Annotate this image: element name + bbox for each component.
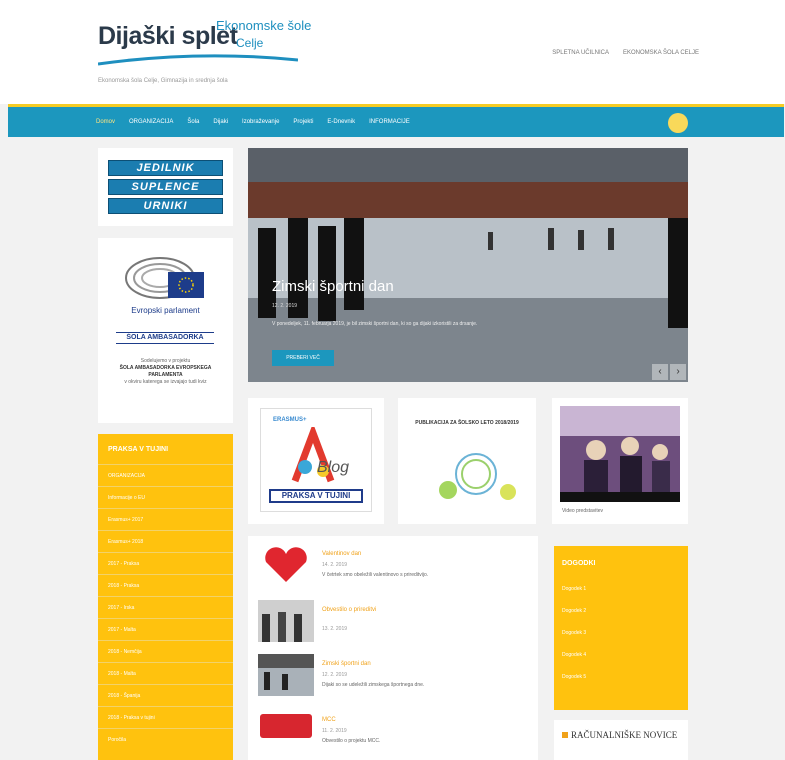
ep-description: Sodelujemo v projektu ŠOLA AMBASADORKA E… [104, 358, 227, 386]
news-title[interactable]: Obvestilo o prireditvi [322, 606, 530, 614]
european-parliament-logo-icon [125, 257, 204, 299]
blog-word: Blog [317, 459, 350, 476]
site-logo[interactable]: Dijaški splet Ekonomske šole Celje [98, 16, 312, 68]
nav-item-ednevnik[interactable]: E-Dnevnik [327, 119, 355, 125]
prev-arrow-icon[interactable]: ‹ [652, 364, 668, 380]
news-thumbnail [258, 654, 314, 696]
site-header: Dijaški splet Ekonomske šole Celje Ekono… [0, 0, 785, 104]
publikacija-tile[interactable]: PUBLIKACIJA ZA ŠOLSKO LETO 2018/2019 [398, 398, 536, 524]
erasmus-blog-tile[interactable]: ERASMUS+ Blog PRAKSA V TUJINI [248, 398, 384, 524]
urniki-button[interactable]: URNIKI [108, 198, 223, 214]
top-link-sola[interactable]: EKONOMSKA ŠOLA CELJE [623, 50, 699, 56]
computer-news-widget: RAČUNALNIŠKE NOVICE [554, 720, 688, 760]
news-excerpt: V četrtek smo obeležili valentinovo s pr… [322, 572, 429, 578]
nav-item-izobrazevanje[interactable]: Izobraževanje [242, 119, 279, 125]
list-item[interactable]: Zimski športni dan 12. 2. 2019 Dijaki so… [258, 654, 530, 702]
news-excerpt: Dijaki so se udeležili zimskega športneg… [322, 682, 425, 688]
nav-item-informacije[interactable]: INFORMACIJE [369, 119, 410, 125]
next-arrow-icon[interactable]: › [670, 364, 686, 380]
read-more-button[interactable]: PREBERI VEČ [272, 350, 334, 366]
list-item[interactable]: Obvestilo o prireditvi 13. 2. 2019 [258, 600, 530, 648]
news-title[interactable]: Zimski športni dan [322, 660, 530, 668]
computer-news-title[interactable]: RAČUNALNIŠKE NOVICE [562, 730, 677, 741]
side-item[interactable]: ORGANIZACIJA [98, 464, 233, 486]
nav-item-domov[interactable]: Domov [96, 119, 115, 125]
event-item[interactable]: Dogodek 2 [562, 608, 682, 614]
top-link-ucilnica[interactable]: SPLETNA UČILNICA [552, 50, 609, 56]
news-date: 14. 2. 2019 [322, 562, 348, 568]
slide-title[interactable]: Zimski športni dan [272, 278, 394, 295]
erasmus-label: ERASMUS+ [273, 417, 307, 423]
ep-ambasador-label: ŠOLA AMBASADORKA [116, 332, 214, 344]
news-date: 13. 2. 2019 [322, 626, 348, 632]
nav-item-dijaki[interactable]: Dijaki [213, 119, 228, 125]
side-item[interactable]: 2017 - Praksa [98, 552, 233, 574]
quick-links-card: JEDILNIK SUPLENCE URNIKI [98, 148, 233, 226]
jedilnik-button[interactable]: JEDILNIK [108, 160, 223, 176]
event-item[interactable]: Dogodek 3 [562, 630, 682, 636]
nav-item-projekti[interactable]: Projekti [293, 119, 313, 125]
ep-text-line-2: v okviru katerega se izvajajo tudi kviz [124, 379, 207, 385]
side-item[interactable]: 2018 - Malta [98, 662, 233, 684]
publikacija-text: PUBLIKACIJA ZA ŠOLSKO LETO 2018/2019 [415, 420, 519, 426]
suplence-button[interactable]: SUPLENCE [108, 179, 223, 195]
logo-swoosh-icon [98, 54, 298, 66]
video-player[interactable] [560, 406, 680, 502]
news-title[interactable]: Valentinov dan [322, 550, 530, 558]
news-date: 11. 2. 2019 [322, 728, 347, 734]
hero-slider[interactable]: Zimski športni dan 12. 2. 2019 V ponedel… [248, 148, 688, 382]
slider-arrows: ‹ › [652, 364, 686, 380]
news-thumbnail [258, 600, 314, 642]
event-item[interactable]: Dogodek 4 [562, 652, 682, 658]
slide-image [248, 148, 688, 382]
site-tagline: Ekonomska šola Celje, Gimnazija in sredn… [98, 78, 228, 84]
ep-text-line: Sodelujemo v projektu [140, 358, 191, 364]
list-item[interactable]: MCC 11. 2. 2019 Obvestilo o projektu MCC… [258, 710, 530, 758]
nav-item-sola[interactable]: Šola [187, 119, 199, 125]
logo-sub-text: Ekonomske šole [216, 18, 312, 33]
slide-excerpt: V ponedeljek, 11. februarja 2019, je bil… [272, 321, 478, 327]
side-item[interactable]: Erasmus+ 2018 [98, 530, 233, 552]
ep-ambassador-card[interactable]: Evropski parlament ŠOLA AMBASADORKA Sode… [98, 238, 233, 423]
video-controls[interactable] [560, 492, 680, 502]
video-thumbnail [560, 406, 680, 492]
ep-text-bold: ŠOLA AMBASADORKA EVROPSKEGA PARLAMENTA [119, 365, 212, 378]
praksa-menu: PRAKSA V TUJINI ORGANIZACIJA Informacije… [98, 434, 233, 760]
side-item[interactable]: Poročila [98, 728, 233, 750]
main-nav: Domov ORGANIZACIJA Šola Dijaki Izobražev… [8, 104, 784, 137]
ep-name: Evropski parlament [131, 306, 200, 315]
event-item[interactable]: Dogodek 1 [562, 586, 682, 592]
news-title[interactable]: MCC [322, 716, 530, 724]
side-item[interactable]: Informacije o EU [98, 486, 233, 508]
events-title: DOGODKI [562, 560, 596, 567]
video-tile[interactable]: Video predstavitev [552, 398, 688, 524]
search-icon[interactable] [668, 113, 688, 133]
praksa-menu-title: PRAKSA V TUJINI [108, 446, 169, 453]
list-item[interactable]: Valentinov dan 14. 2. 2019 V četrtek smo… [258, 544, 530, 594]
side-item[interactable]: 2018 - Španija [98, 684, 233, 706]
logo-sub-text-2: Celje [236, 36, 264, 50]
side-item[interactable]: Erasmus+ 2017 [98, 508, 233, 530]
blog-image: ERASMUS+ Blog PRAKSA V TUJINI [260, 408, 372, 512]
side-item[interactable]: 2017 - Irska [98, 596, 233, 618]
side-item[interactable]: 2018 - Nemčija [98, 640, 233, 662]
heart-thumbnail [258, 544, 314, 586]
mcc-thumbnail [258, 710, 314, 752]
side-item[interactable]: 2018 - Praksa v tujini [98, 706, 233, 728]
top-links: SPLETNA UČILNICA EKONOMSKA ŠOLA CELJE [552, 50, 699, 56]
video-caption[interactable]: Video predstavitev [562, 508, 603, 514]
slide-date: 12. 2. 2019 [272, 303, 298, 309]
events-widget: DOGODKI Dogodek 1 Dogodek 2 Dogodek 3 Do… [554, 546, 688, 710]
side-item[interactable]: 2017 - Malta [98, 618, 233, 640]
news-list: Valentinov dan 14. 2. 2019 V četrtek smo… [248, 536, 538, 760]
side-item[interactable]: 2018 - Praksa [98, 574, 233, 596]
event-item[interactable]: Dogodek 5 [562, 674, 682, 680]
news-date: 12. 2. 2019 [322, 672, 348, 678]
blog-title: PRAKSA V TUJINI [269, 489, 363, 503]
nav-item-organizacija[interactable]: ORGANIZACIJA [129, 119, 173, 125]
publikacija-logo-icon [439, 453, 516, 500]
news-excerpt: Obvestilo o projektu MCC. [322, 738, 381, 744]
